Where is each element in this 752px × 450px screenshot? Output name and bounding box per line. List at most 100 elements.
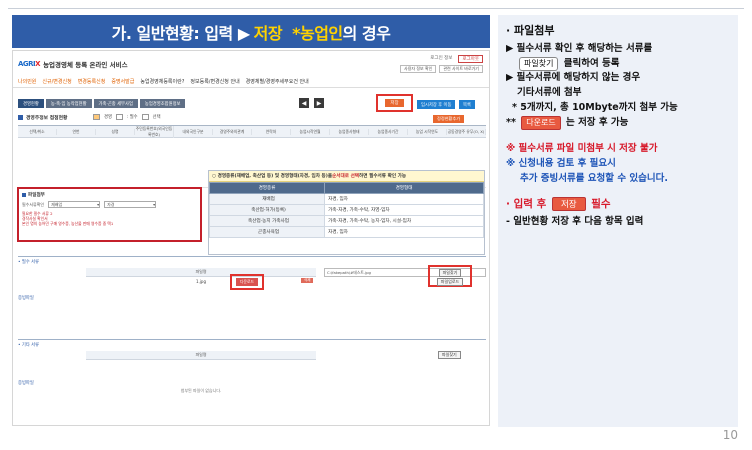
col-business-type: 경영종류 <box>208 182 326 194</box>
upload-file-button[interactable]: 파일업로드 <box>436 278 464 286</box>
page-number: 10 <box>722 428 738 442</box>
panel-line: - 일반현황 저장 후 다음 항목 입력 <box>506 216 644 228</box>
section-title: 경영주정보 접점현황 <box>18 114 67 121</box>
col-header: 내외국인구분 <box>174 128 213 135</box>
gnb-item[interactable]: 증명서발급 <box>111 78 134 85</box>
attach-title: 파일첨부 <box>22 192 197 198</box>
gnb-item[interactable]: 나의민원 <box>18 78 36 85</box>
slide: 가. 일반현황: 입력 ▶ 저장 *농업인 의 경우 AGRIX 농업경영체 등… <box>0 0 752 450</box>
col-header: 연번 <box>57 128 96 135</box>
top-divider <box>8 8 744 9</box>
save-button[interactable]: 저장 <box>385 99 404 107</box>
attach-select-row: 필수서류확인 재배업 ▾ 자경 ▾ <box>22 201 197 208</box>
panel-line: * 5개까지, 총 10Mbyte까지 첨부 가능 <box>512 101 678 113</box>
panel-line: ▶ 필수서류에 해당하지 않는 경우 <box>506 72 641 84</box>
attach-panel: 파일첨부 필수서류확인 재배업 ▾ 자경 ▾ 필요한 필수 서류 2 경작사실 확인… <box>17 187 202 242</box>
find-file-chip: 파일찾기 <box>519 56 559 72</box>
business-form-select[interactable]: 자경 ▾ <box>104 201 157 208</box>
logo-mark: AGRIX <box>18 60 41 68</box>
logout-button[interactable]: 로그아웃 <box>458 55 483 63</box>
title-prefix: 가. 일반현황: 입력 ▶ <box>111 23 251 43</box>
download-chip: 다운로드 <box>521 115 561 130</box>
panel-line: 기타서류에 첨부 <box>517 87 582 99</box>
panel-line: 파일찾기 클릭하여 등록 <box>506 56 730 72</box>
add-row-button[interactable]: 정정현황추가 <box>433 115 465 123</box>
explanation-panel: · 파일첨부 ▶ 필수서류 확인 후 해당하는 서류를 파일찾기 클릭하여 등록… <box>498 15 738 427</box>
tab-livestock[interactable]: 가축·곤충 세부사업 <box>93 99 138 108</box>
find-file-button[interactable]: 파일찾기 <box>438 269 462 277</box>
gnb-item[interactable]: 농업경영체등록이란? <box>140 78 184 85</box>
slide-title: 가. 일반현황: 입력 ▶ 저장 *농업인 의 경우 <box>12 15 490 48</box>
table-row: 곤충사육업 자경, 임차 <box>208 226 484 238</box>
required-docs-label: • 필수 서류 <box>18 260 40 265</box>
col-business-form: 경영형태 <box>324 182 484 194</box>
chevron-down-icon: ▾ <box>97 202 100 207</box>
title-farmer: *농업인 <box>292 23 343 43</box>
info-text: 추가 증빙서류를 요청할 수 있습니다. <box>520 172 668 184</box>
global-nav: 나의민원 신규/변경신청 변경등록신청 증명서발급 농업경영체등록이란? 정보등… <box>18 78 309 85</box>
col-header: 농업종사기간 <box>369 128 408 135</box>
col-header: 주민등록번호(외국인등록번호) <box>135 125 174 138</box>
other-proof-label: 증빙파일 <box>18 381 34 386</box>
required-docs-section: • 필수 서류 증빙파일 파일명 1.jpg 다운로드 삭제 C:\fakepa… <box>18 256 486 336</box>
download-highlight: 다운로드 <box>230 274 264 290</box>
tab-general[interactable]: 경영현황 <box>18 99 44 108</box>
other-docs-label: • 기타 서류 <box>18 343 40 348</box>
chevron-down-icon: ▾ <box>153 202 156 207</box>
col-header: 연락처 <box>252 128 291 135</box>
other-find-file-button[interactable]: 파일찾기 <box>438 351 461 359</box>
col-header: 선택/취소 <box>18 128 57 135</box>
legend: 경영 : 필수 선택 <box>93 114 161 120</box>
col-header: 성명 <box>96 128 135 135</box>
required-proof-label: 증빙파일 <box>18 296 34 301</box>
col-header: 농업 시작연도 <box>408 128 447 135</box>
doc-guide-popup: ○ 경영종류(재배업, 축산업 등) 및 경영형태(자경, 임차 등)을 순서대… <box>208 170 485 255</box>
table-row: 재배업 자경, 임차 <box>208 193 484 205</box>
doc-guide-table: 경영종류 경영형태 재배업 자경, 임차 축산업·허가(등록) 가축-자경, 가… <box>208 182 484 238</box>
nav-divider <box>13 87 489 88</box>
other-file-header: 파일명 <box>86 351 316 360</box>
other-docs-section: • 기타 서류 증빙파일 파일명 파일찾기 첨부된 파일이 없습니다. <box>18 339 486 425</box>
gnb-item[interactable]: 신규/변경신청 <box>42 78 71 85</box>
page-nav: ◀ ▶ <box>299 98 324 108</box>
required-file-header: 파일명 <box>86 268 316 277</box>
business-type-select[interactable]: 재배업 ▾ <box>48 201 101 208</box>
legend-swatch <box>115 114 123 120</box>
find-file-highlight: 파일찾기 파일업로드 <box>428 265 472 287</box>
col-header: 공동경영주 유무(O, X) <box>447 128 486 135</box>
temp-save-button[interactable]: 임시저장 후 이동 <box>417 100 456 109</box>
my-info-button[interactable]: 사용자 정보 확인 <box>400 65 437 73</box>
col-header: 경영주와의관계 <box>213 128 252 135</box>
delete-button[interactable]: 삭제 <box>301 278 314 283</box>
col-header: 농업시작연월 <box>291 128 330 135</box>
table-row: 축산업·허가(등록) 가축-자경, 가축-수탁, 자영-임차 <box>208 204 484 216</box>
list-button[interactable]: 목록 <box>459 100 475 109</box>
required-doc-label: 필수서류확인 <box>22 201 45 207</box>
grid-header: 선택/취소 연번 성명 주민등록번호(외국인등록번호) 내외국인구분 경영주와의… <box>18 125 486 138</box>
user-info: 로그인 정보 <box>430 56 453 61</box>
download-button[interactable]: 다운로드 <box>236 278 258 286</box>
title-suffix: 의 경우 <box>342 23 391 43</box>
logo[interactable]: AGRIX 농업경영체 등록 온라인 서비스 <box>18 59 128 69</box>
table-row: 축산업·농지 가축사업 가축-자경, 가축-수탁, 농지-임차, 시설-임차 <box>208 215 484 227</box>
gnb-item[interactable]: 경영체별/경영주세부요건 안내 <box>246 78 309 85</box>
service-name: 농업경영체 등록 온라인 서비스 <box>43 61 128 69</box>
gnb-item[interactable]: 변경등록신청 <box>78 78 106 85</box>
app-screenshot: AGRIX 농업경영체 등록 온라인 서비스 로그인 정보 로그아웃 사용자 정… <box>12 50 490 426</box>
col-header: 농업종사형태 <box>330 128 369 135</box>
legend-swatch-optional <box>141 114 149 120</box>
tab-members[interactable]: 농업경영조합원정보 <box>139 99 186 108</box>
gnb-item[interactable]: 정보등록/변경신청 안내 <box>190 78 239 85</box>
save-highlight: 저장 <box>376 94 413 112</box>
panel-heading: · 파일첨부 <box>506 24 555 37</box>
tab-farm-work[interactable]: 농·축·임 농작업현황 <box>45 99 92 108</box>
site-link-button[interactable]: 관련 사이트 바로가기 <box>439 65 483 73</box>
info-text: ※ 신청내용 검토 후 필요시 <box>506 158 616 170</box>
panel-line: ▶ 필수서류 확인 후 해당하는 서류를 <box>506 43 653 54</box>
prev-arrow-icon[interactable]: ◀ <box>299 98 309 108</box>
empty-file-message: 첨부된 파일이 없습니다. <box>180 388 222 393</box>
section-icon <box>18 115 23 120</box>
next-arrow-icon[interactable]: ▶ <box>314 98 324 108</box>
save-chip: 저장 <box>551 197 586 212</box>
legend-swatch-required <box>93 114 100 120</box>
